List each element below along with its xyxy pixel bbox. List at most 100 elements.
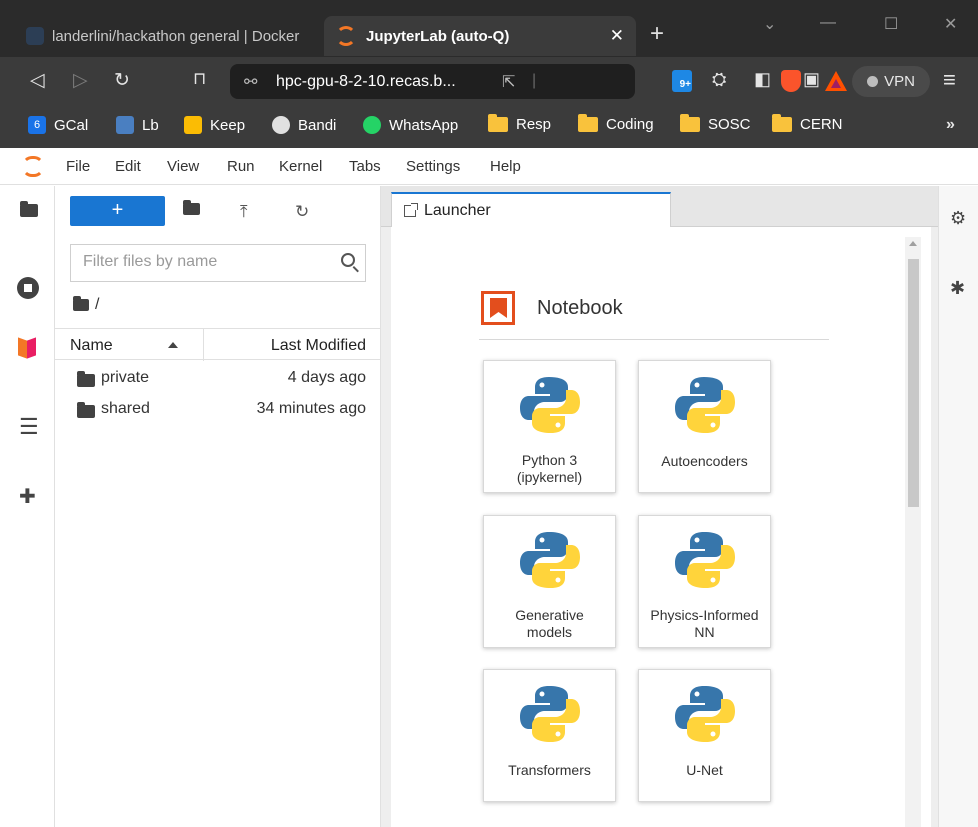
maximize-icon[interactable]: ☐ bbox=[884, 14, 898, 34]
bookmarks-overflow-icon[interactable]: » bbox=[946, 116, 955, 134]
bookmark-whatsapp[interactable]: WhatsApp bbox=[363, 116, 458, 134]
menu-help[interactable]: Help bbox=[490, 158, 521, 175]
upload-icon[interactable]: ⤒ bbox=[240, 202, 248, 222]
column-header-last-modified[interactable]: Last Modified bbox=[271, 337, 366, 355]
file-list-item[interactable]: private 4 days ago bbox=[55, 363, 381, 393]
kernel-card-physics-informed-nn[interactable]: Physics-Informed NN bbox=[638, 515, 771, 648]
kernel-card-autoencoders[interactable]: Autoencoders bbox=[638, 360, 771, 493]
kernel-card-label: Physics-Informed NN bbox=[650, 607, 759, 640]
browser-tab-jupyterlab[interactable]: JupyterLab (auto-Q) ✕ bbox=[324, 16, 636, 56]
kernel-card-python3[interactable]: Python 3 (ipykernel) bbox=[483, 360, 616, 493]
bookmark-bandi[interactable]: Bandi bbox=[272, 116, 336, 134]
browser-toolbar: ◁ ▷ ↻ ⊓ ⚯ hpc-gpu-8-2-10.recas.b... ⇱ | … bbox=[0, 57, 978, 106]
close-window-icon[interactable]: ✕ bbox=[944, 14, 957, 34]
reload-icon[interactable]: ↻ bbox=[114, 69, 130, 92]
menu-settings[interactable]: Settings bbox=[406, 158, 460, 175]
menu-run[interactable]: Run bbox=[227, 158, 255, 175]
tab-search-chevron-icon[interactable]: ⌄ bbox=[763, 14, 776, 34]
browser-tab-docker[interactable]: landerlini/hackathon general | Docker bbox=[14, 16, 324, 56]
scrollbar-thumb[interactable] bbox=[908, 259, 919, 507]
filter-files-input[interactable] bbox=[83, 245, 333, 279]
share-icon[interactable]: ⇱ bbox=[502, 72, 515, 92]
dock-tabbar: Launcher bbox=[381, 186, 938, 228]
kernel-card-generative-models[interactable]: Generative models bbox=[483, 515, 616, 648]
breadcrumb[interactable]: / bbox=[73, 296, 99, 314]
kernel-card-label: Autoencoders bbox=[661, 453, 748, 469]
brave-shields-icon[interactable] bbox=[781, 70, 801, 92]
stop-circle-icon bbox=[17, 277, 39, 299]
folder-icon bbox=[77, 402, 95, 418]
running-sessions-tab[interactable] bbox=[17, 277, 39, 299]
menu-tabs[interactable]: Tabs bbox=[349, 158, 381, 175]
file-browser-panel: + ⤒ ↻ / Name Last Modified private 4 day… bbox=[55, 186, 381, 827]
jupyter-logo-icon bbox=[22, 154, 44, 178]
minimize-icon[interactable]: — bbox=[820, 14, 836, 32]
launcher-icon bbox=[404, 203, 418, 217]
bookmark-gcal[interactable]: 6 GCal bbox=[28, 116, 88, 134]
calendar-icon: 6 bbox=[28, 116, 46, 134]
sidebar-toggle-icon[interactable]: ◧ bbox=[754, 69, 771, 90]
bookmark-icon[interactable]: ⊓ bbox=[193, 69, 206, 89]
bookmark-folder-cern[interactable]: CERN bbox=[772, 114, 843, 133]
url-text[interactable]: hpc-gpu-8-2-10.recas.b... bbox=[276, 73, 456, 91]
kernel-card-transformers[interactable]: Transformers bbox=[483, 669, 616, 802]
bookmark-folder-resp[interactable]: Resp bbox=[488, 114, 552, 133]
bookmark-folder-sosc[interactable]: SOSC bbox=[680, 114, 751, 133]
bookmark-keep[interactable]: Keep bbox=[184, 116, 245, 134]
browser-menu-icon[interactable]: ≡ bbox=[943, 67, 956, 93]
globe-icon bbox=[272, 116, 290, 134]
vpn-button[interactable]: VPN bbox=[852, 66, 930, 97]
menu-file[interactable]: File bbox=[66, 158, 90, 175]
urlbar-divider: | bbox=[532, 72, 537, 89]
new-folder-icon[interactable] bbox=[183, 200, 200, 220]
menu-view[interactable]: View bbox=[167, 158, 199, 175]
back-icon[interactable]: ◁ bbox=[30, 69, 45, 92]
extensions-puzzle-icon[interactable]: ⛭ bbox=[712, 69, 726, 90]
tab-launcher[interactable]: Launcher bbox=[391, 192, 671, 228]
tab-title: landerlini/hackathon general | Docker bbox=[52, 27, 300, 45]
refresh-icon[interactable]: ↻ bbox=[295, 202, 309, 222]
bookmark-label: Resp bbox=[516, 116, 552, 133]
bookmark-folder-coding[interactable]: Coding bbox=[578, 114, 654, 133]
forward-icon[interactable]: ▷ bbox=[73, 69, 88, 92]
wallet-icon[interactable]: ▣ bbox=[803, 69, 820, 90]
folder-icon bbox=[20, 201, 38, 217]
jupyter-favicon-icon bbox=[336, 26, 356, 46]
browser-tabstrip: landerlini/hackathon general | Docker Ju… bbox=[0, 0, 978, 57]
extension-badge-icon[interactable]: 9+ bbox=[672, 70, 692, 92]
folder-icon bbox=[488, 114, 508, 132]
scroll-up-arrow-icon[interactable] bbox=[909, 241, 917, 246]
menu-kernel[interactable]: Kernel bbox=[279, 158, 322, 175]
main-dock-area: Launcher Notebook Python 3 (ipykernel) A… bbox=[381, 186, 938, 827]
breadcrumb-path[interactable]: / bbox=[95, 296, 99, 314]
extension-cube-tab[interactable] bbox=[18, 337, 38, 359]
column-header-name[interactable]: Name bbox=[70, 337, 113, 355]
file-browser-tab[interactable] bbox=[0, 186, 55, 234]
property-inspector-gears-icon[interactable]: ⚙ bbox=[950, 208, 966, 229]
new-launcher-button[interactable]: + bbox=[70, 196, 165, 226]
python-logo-icon bbox=[520, 377, 580, 433]
sort-ascending-icon[interactable] bbox=[168, 342, 178, 348]
menu-edit[interactable]: Edit bbox=[115, 158, 141, 175]
bookmark-label: Coding bbox=[606, 116, 654, 133]
extension-manager-puzzle-icon[interactable]: ✚ bbox=[19, 484, 36, 509]
bookmark-label: Bandi bbox=[298, 116, 337, 134]
kernel-card-u-net[interactable]: U-Net bbox=[638, 669, 771, 802]
brave-rewards-icon[interactable] bbox=[825, 71, 847, 91]
file-name: private bbox=[101, 369, 150, 386]
address-bar[interactable]: ⚯ hpc-gpu-8-2-10.recas.b... ⇱ | bbox=[230, 64, 847, 99]
lb-icon bbox=[116, 116, 134, 134]
site-settings-icon[interactable]: ⚯ bbox=[244, 72, 257, 92]
whatsapp-icon bbox=[363, 116, 381, 134]
bookmark-label: GCal bbox=[54, 116, 89, 134]
debugger-bug-icon[interactable]: ✱ bbox=[950, 278, 965, 299]
column-divider[interactable] bbox=[203, 329, 204, 361]
close-tab-icon[interactable]: ✕ bbox=[610, 26, 624, 46]
launcher-scrollbar[interactable] bbox=[905, 237, 921, 827]
bookmark-lb[interactable]: Lb bbox=[116, 116, 159, 134]
file-list-item[interactable]: shared 34 minutes ago bbox=[55, 394, 381, 424]
file-name: shared bbox=[101, 400, 150, 417]
table-of-contents-icon[interactable]: ☰ bbox=[19, 414, 39, 440]
new-tab-button[interactable]: + bbox=[650, 22, 664, 46]
search-icon bbox=[341, 253, 355, 267]
